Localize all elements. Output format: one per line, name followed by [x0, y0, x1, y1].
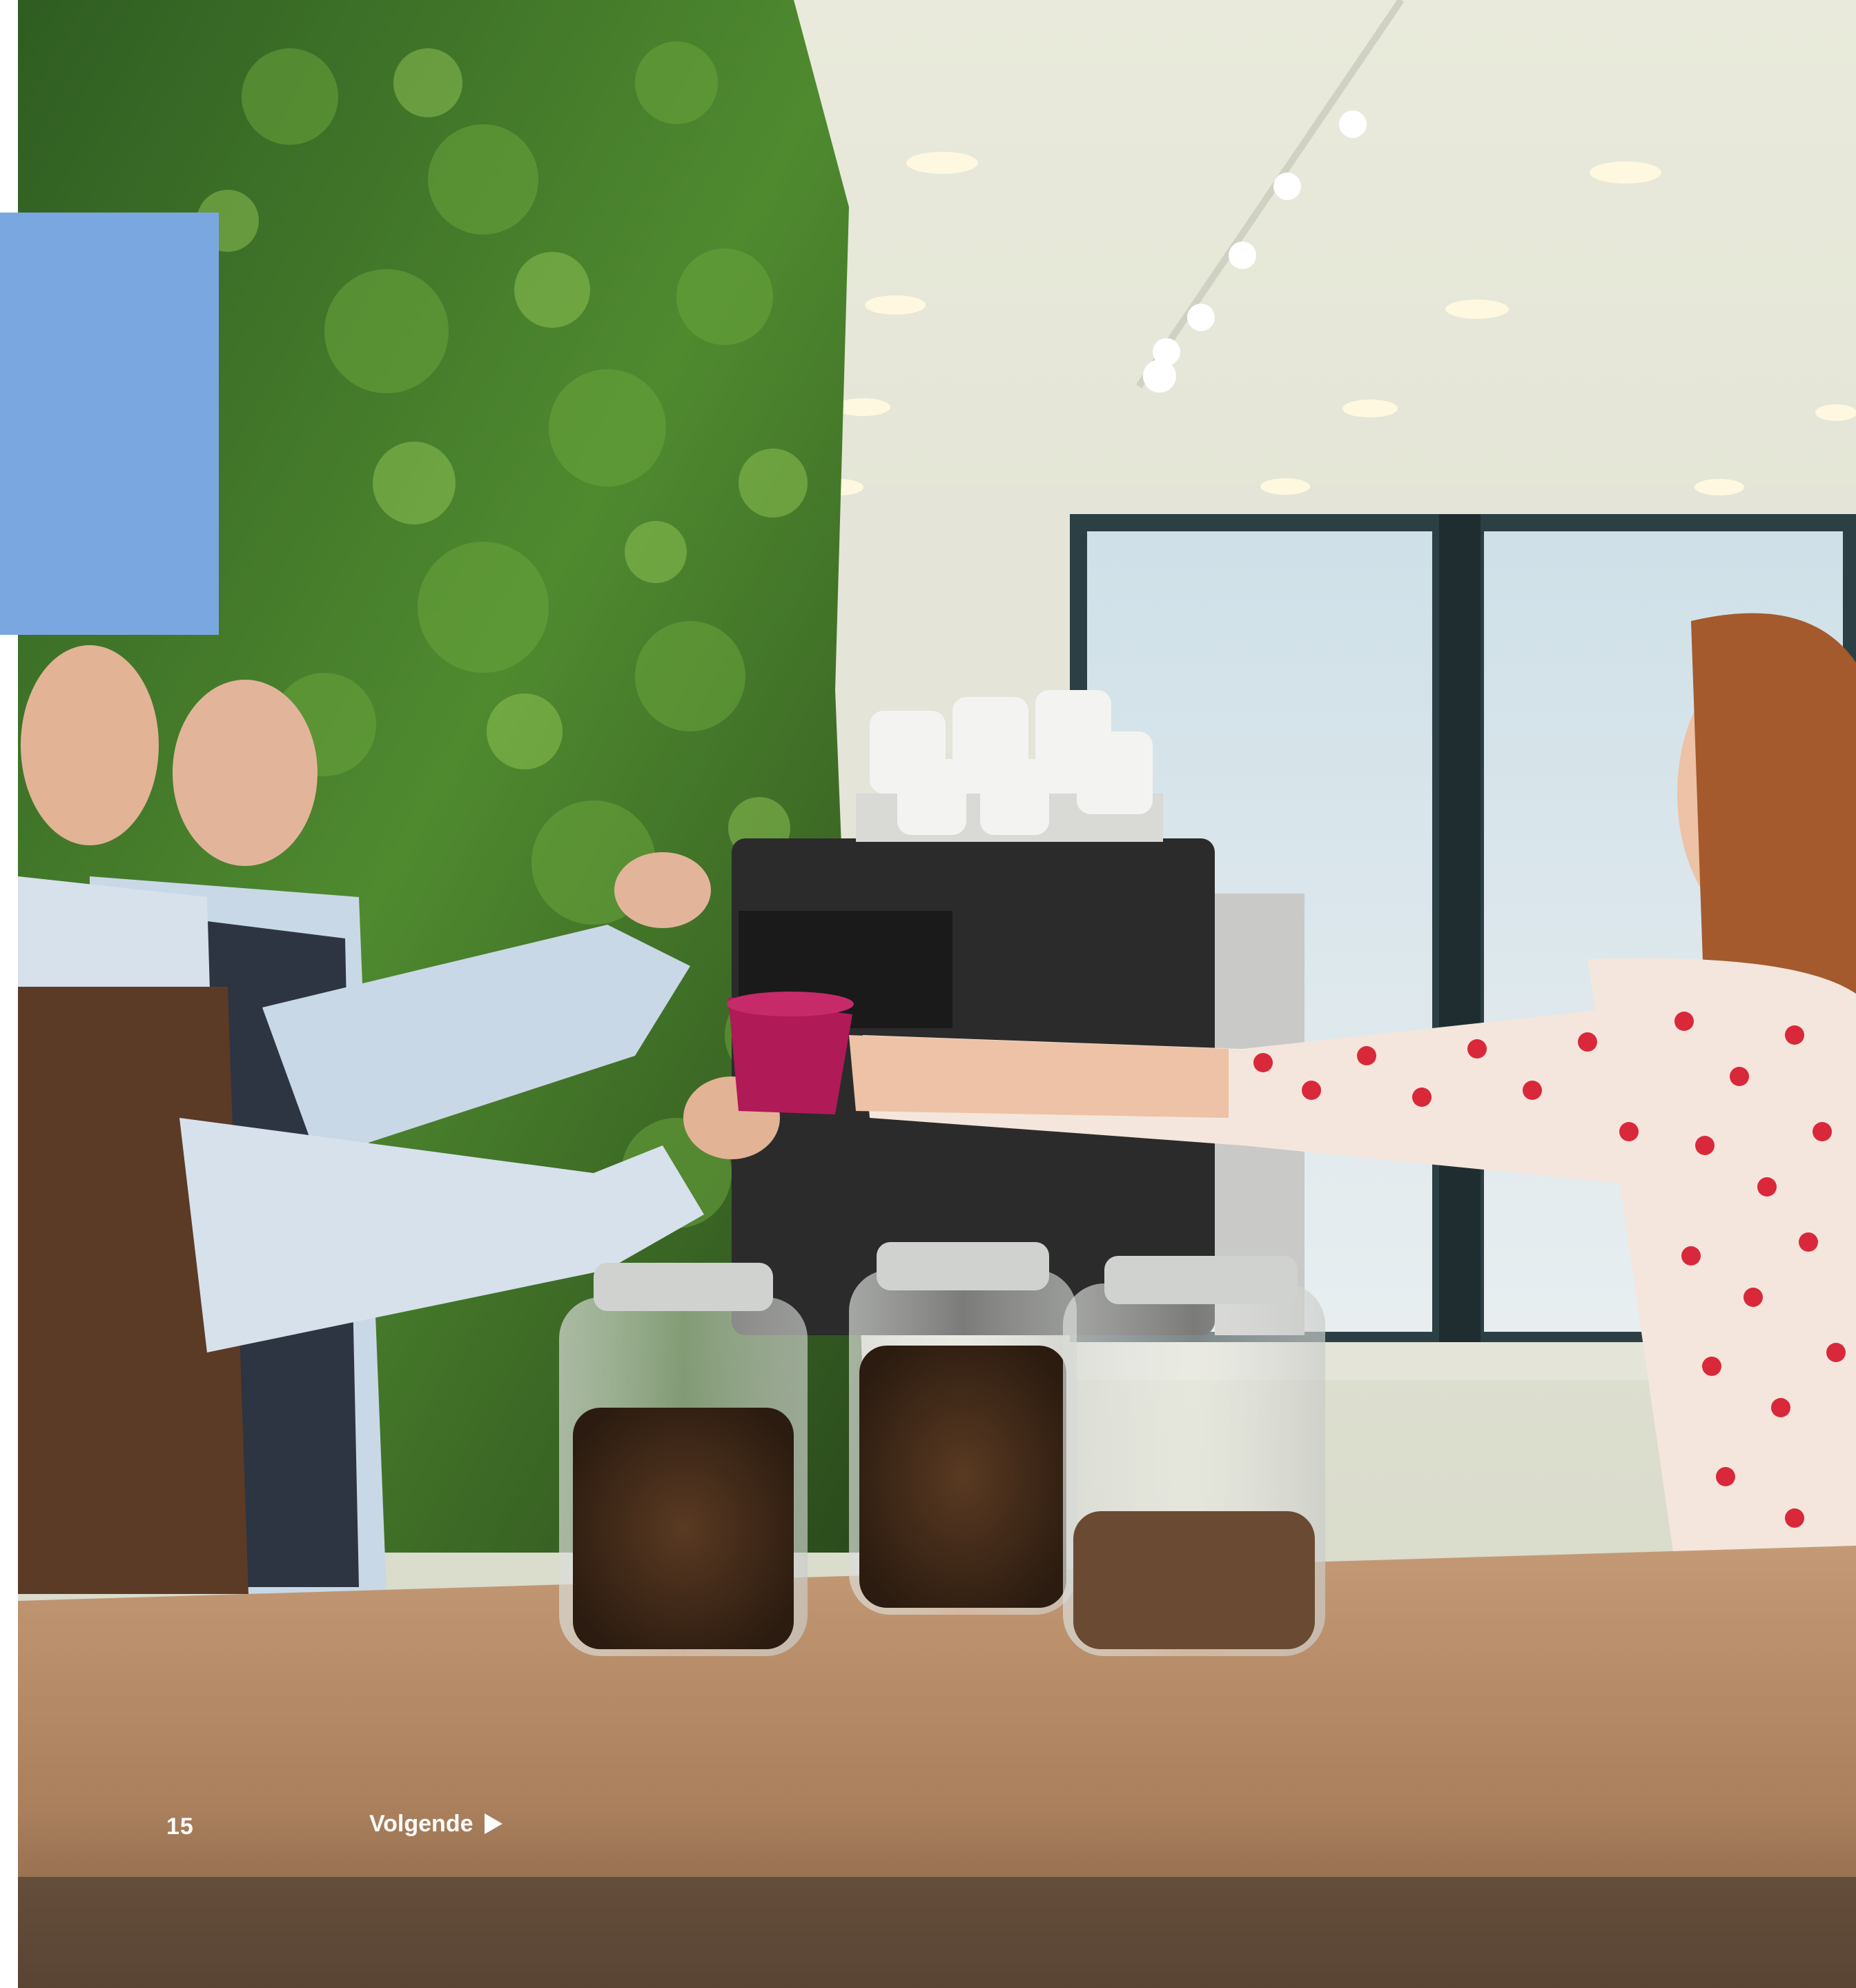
page-number: 15 [166, 1813, 194, 1840]
next-page-label: Volgende [369, 1810, 473, 1837]
photo-coffee-bar [0, 0, 1856, 1988]
next-page-link[interactable]: Volgende [369, 1807, 502, 1840]
page-footer [0, 1801, 621, 1849]
accent-block [0, 213, 219, 635]
play-triangle-icon [484, 1813, 502, 1834]
